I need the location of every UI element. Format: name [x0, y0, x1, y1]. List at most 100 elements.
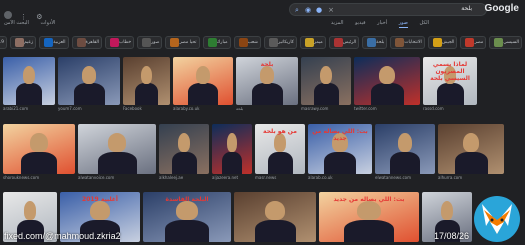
related-chip[interactable]: مصر: [460, 36, 487, 49]
image-source-caption[interactable]: masrawy.com: [301, 106, 351, 111]
related-chip[interactable]: تحيا مصر: [165, 36, 200, 49]
chip-thumbnail: [395, 38, 405, 47]
chip-thumbnail: [432, 38, 442, 47]
chip-label: القاهرة: [85, 40, 100, 45]
search-tabs: الكل صور أخبار فيديو المزيد: [321, 20, 429, 28]
chip-thumbnail: [76, 38, 86, 47]
image-source-caption[interactable]: masr.news: [255, 175, 305, 180]
image-result[interactable]: [78, 124, 156, 174]
image-result[interactable]: [212, 124, 252, 174]
image-source-caption[interactable]: arabi21.com: [3, 106, 55, 111]
chip-thumbnail: [142, 38, 152, 47]
safesearch-button[interactable]: البحث الآمن: [4, 20, 29, 26]
google-logo[interactable]: Google: [485, 3, 519, 14]
chip-label: خطاب: [119, 40, 132, 45]
related-chip[interactable]: زعيم: [10, 36, 37, 49]
related-chip[interactable]: بلحة: [362, 36, 388, 49]
person-suit: [251, 83, 283, 105]
image-result[interactable]: [58, 57, 120, 105]
image-source-caption[interactable]: twitter.com: [354, 106, 420, 111]
image-result[interactable]: [3, 124, 75, 174]
image-result[interactable]: بت: اللي بصاله من جديد: [308, 124, 372, 174]
mic-icon[interactable]: ●: [315, 6, 323, 14]
person-face: [178, 133, 190, 152]
image-result[interactable]: [375, 124, 435, 174]
person-face: [23, 201, 37, 220]
image-source-caption[interactable]: alarab.co.uk: [308, 175, 372, 180]
related-chip[interactable]: الرئيس: [328, 36, 360, 49]
related-chip[interactable]: 2019: [0, 36, 7, 49]
chip-label: الانتخابات: [404, 40, 422, 45]
related-chip[interactable]: القاهرة: [71, 36, 103, 49]
person-face: [90, 201, 110, 220]
search-box[interactable]: ⌕ ◉ ● × بلحة: [289, 3, 487, 16]
image-source-caption[interactable]: alkhaleej.ae: [159, 175, 209, 180]
related-chip[interactable]: السيسي: [489, 36, 522, 49]
tools-button[interactable]: الأدوات: [40, 20, 55, 26]
tab-more[interactable]: المزيد: [331, 20, 344, 26]
image-result[interactable]: بت: اللي بصاله من جديد: [319, 192, 419, 242]
person-suit: [313, 83, 339, 105]
image-source-caption[interactable]: alwatanvoice.com: [78, 175, 156, 180]
image-result[interactable]: [234, 192, 316, 242]
clear-icon[interactable]: ×: [327, 6, 335, 14]
related-chip[interactable]: شعب: [233, 36, 261, 49]
chip-label: زعيم: [24, 40, 34, 45]
related-chip[interactable]: مبارك: [202, 36, 231, 49]
person-suit: [267, 151, 293, 174]
search-query[interactable]: بلحة: [461, 5, 472, 12]
chip-label: مبارك: [216, 40, 228, 45]
chip-label: الجيش: [441, 40, 455, 45]
chip-thumbnail: [110, 38, 120, 47]
image-result[interactable]: [3, 57, 55, 105]
image-source-caption[interactable]: بلحة: [236, 106, 298, 111]
person-suit: [188, 83, 218, 105]
image-result[interactable]: [123, 57, 170, 105]
lens-icon[interactable]: ◉: [304, 6, 312, 14]
image-source-caption[interactable]: alaraby.co.uk: [173, 106, 233, 111]
chip-label: شعب: [247, 40, 258, 45]
related-chip[interactable]: كاريكاتير: [263, 36, 297, 49]
person-face: [107, 133, 127, 152]
tab-news[interactable]: أخبار: [377, 20, 387, 26]
person-face: [441, 201, 453, 220]
tab-images[interactable]: صور: [398, 20, 408, 28]
tab-all[interactable]: الكل: [420, 20, 429, 26]
image-result[interactable]: [354, 57, 420, 105]
person-face: [195, 65, 211, 84]
image-source-caption[interactable]: rassd.com: [423, 106, 477, 111]
person-face: [140, 65, 153, 84]
fox-logo: [474, 196, 520, 242]
image-source-caption[interactable]: aljazeera.net: [212, 175, 252, 180]
image-source-caption[interactable]: alhurra.com: [438, 175, 504, 180]
search-icon[interactable]: ⌕: [293, 6, 301, 14]
image-overlay-text: البلحة الفاسدة: [165, 196, 209, 203]
person-face: [81, 65, 97, 84]
image-result[interactable]: [173, 57, 233, 105]
related-chip[interactable]: الانتخابات: [390, 36, 425, 49]
image-source-caption[interactable]: youm7.com: [58, 106, 120, 111]
image-result[interactable]: [301, 57, 351, 105]
image-result[interactable]: البلحة الفاسدة: [143, 192, 231, 242]
related-chip[interactable]: الجيش: [427, 36, 458, 49]
person-suit: [436, 83, 464, 105]
chip-label: السيسي: [503, 40, 519, 45]
image-source-caption[interactable]: shorouknews.com: [3, 175, 75, 180]
image-source-caption[interactable]: elwatannews.com: [375, 175, 435, 180]
avatar[interactable]: [4, 11, 12, 19]
related-chip[interactable]: ميمز: [299, 36, 326, 49]
image-result[interactable]: لماذا يسمي المصريون السيسي بلحة: [423, 57, 477, 105]
related-chip[interactable]: العربية: [39, 36, 69, 49]
person-suit: [370, 83, 404, 105]
image-overlay-text: 2019 أغلبية: [82, 196, 118, 203]
image-result[interactable]: [159, 124, 209, 174]
image-result[interactable]: من هو بلحة: [255, 124, 305, 174]
person-suit: [134, 83, 159, 105]
image-result[interactable]: [438, 124, 504, 174]
related-chip[interactable]: صور: [137, 36, 163, 49]
image-source-caption[interactable]: Facebook: [123, 106, 170, 111]
related-chip[interactable]: خطاب: [105, 36, 135, 49]
person-face: [30, 133, 48, 152]
tab-videos[interactable]: فيديو: [355, 20, 366, 26]
image-result[interactable]: بلحة: [236, 57, 298, 105]
